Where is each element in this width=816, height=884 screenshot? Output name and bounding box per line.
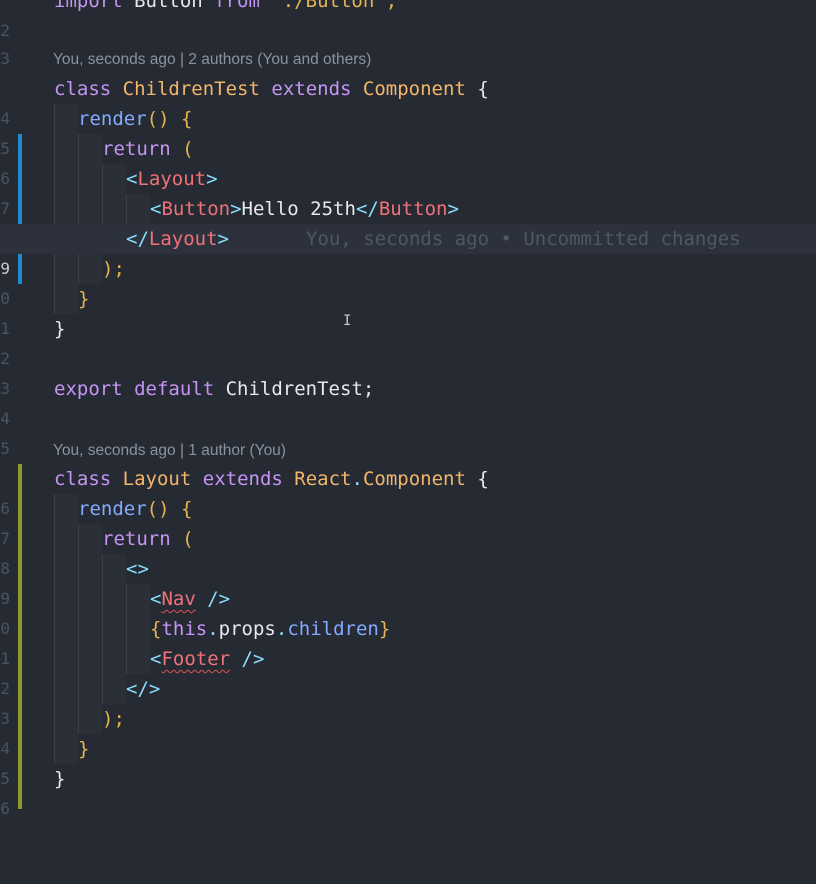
code-line: 6 } (0, 764, 816, 818)
punctuation: . (351, 468, 363, 490)
keyword: from (214, 0, 260, 12)
punctuation: { (150, 618, 162, 640)
method-name: render (78, 108, 147, 130)
jsx-tag: Layout (137, 168, 207, 190)
jsx-text: Hello 25th (241, 198, 356, 220)
punctuation: { (180, 108, 193, 130)
identifier: props (218, 618, 276, 640)
class-name: ChildrenTest (122, 78, 260, 100)
punctuation: /> (195, 588, 231, 610)
keyword: import (54, 0, 123, 12)
class-name: Layout (122, 468, 192, 490)
class-name: Component (362, 78, 466, 100)
code-line: 0 ); (0, 254, 816, 308)
punctuation: } (54, 318, 66, 340)
punctuation: } (54, 768, 66, 790)
class-name: React (294, 468, 352, 490)
punctuation: ( (182, 138, 194, 160)
keyword: return (102, 528, 171, 550)
inline-blame: You, seconds ago • Uncommitted changes (306, 228, 741, 250)
line-number: 6 (0, 799, 10, 818)
punctuation: { (477, 78, 489, 100)
punctuation: < (150, 648, 162, 670)
code-line: 1 } (0, 284, 816, 338)
jsx-tag-error[interactable]: Footer (161, 648, 230, 670)
code-line: 4 class ChildrenTest extends Component { (0, 74, 816, 128)
code-line: 1 {this.props.children} (0, 614, 816, 668)
code-line: 3 (0, 14, 816, 68)
identifier: Button (122, 0, 215, 12)
codelens-blame[interactable]: You, seconds ago | 2 authors (You and ot… (53, 49, 371, 71)
code-line: 2 } (0, 314, 816, 368)
code-line: 3 </> (0, 674, 816, 728)
keyword: default (134, 378, 215, 400)
identifier: children (287, 618, 379, 640)
jsx-tag-error[interactable]: Nav (161, 588, 195, 610)
punctuation: > (230, 198, 242, 220)
code-line: 7 render() { (0, 494, 816, 548)
code-line: 2 <Footer /> (0, 644, 816, 698)
punctuation: ( (182, 528, 194, 550)
jsx-fragment: <> (126, 558, 149, 580)
code-editor[interactable]: 2 import Button from "./Button"; 3 You, … (0, 0, 816, 818)
punctuation: { (180, 498, 193, 520)
punctuation: < (126, 168, 138, 190)
code-line: 4 export default ChildrenTest; (0, 374, 816, 428)
code-line: 9 <> (0, 554, 816, 608)
punctuation: . (275, 618, 288, 640)
punctuation: } (378, 618, 391, 640)
method-name: render (78, 498, 147, 520)
identifier: ChildrenTest; (214, 378, 375, 400)
code-line: 6 class Layout extends React.Component { (0, 464, 816, 518)
code-line: 3 (0, 344, 816, 398)
codelens-blame[interactable]: You, seconds ago | 1 author (You) (53, 440, 286, 462)
punctuation: </ (126, 228, 149, 250)
code-line: 8 return ( (0, 524, 816, 578)
punctuation: ); (102, 258, 125, 280)
code-line: 5 (0, 404, 816, 458)
line-number: 5 (0, 439, 10, 458)
punctuation: . (207, 618, 219, 640)
keyword: extends (202, 468, 283, 490)
code-line: 4 ); (0, 704, 816, 758)
keyword: this (161, 618, 208, 640)
punctuation: < (150, 588, 162, 610)
keyword: export (54, 378, 123, 400)
current-line[interactable]: 9 </Layout> You, seconds ago • Uncommitt… (0, 224, 816, 278)
text-cursor-icon: I (343, 313, 352, 329)
code-line: 8 <Button>Hello 25th</Button> (0, 194, 816, 248)
string: "./Button"; (259, 0, 398, 12)
jsx-tag: Button (378, 198, 448, 220)
code-line: 5 } (0, 734, 816, 788)
code-line: 0 <Nav /> (0, 584, 816, 638)
punctuation: () (146, 108, 170, 130)
code-line: 5 render() { (0, 104, 816, 158)
punctuation: () (146, 498, 170, 520)
punctuation: ); (102, 708, 125, 730)
jsx-tag: Button (161, 198, 231, 220)
punctuation: > (447, 198, 459, 220)
jsx-fragment: </> (126, 678, 161, 700)
keyword: class (54, 468, 112, 490)
punctuation: < (150, 198, 162, 220)
punctuation: > (206, 168, 218, 190)
keyword: return (102, 138, 171, 160)
punctuation: { (477, 468, 489, 490)
keyword: extends (271, 78, 352, 100)
punctuation: } (78, 738, 90, 760)
punctuation: </ (355, 198, 379, 220)
punctuation: /> (230, 648, 265, 670)
code-line: 6 return ( (0, 134, 816, 188)
line-number: 3 (0, 49, 10, 68)
jsx-tag: Layout (148, 228, 218, 250)
code-line: 7 <Layout> (0, 164, 816, 218)
keyword: class (54, 78, 112, 100)
punctuation: > (217, 228, 229, 250)
punctuation: } (78, 288, 90, 310)
class-name: Component (362, 468, 466, 490)
